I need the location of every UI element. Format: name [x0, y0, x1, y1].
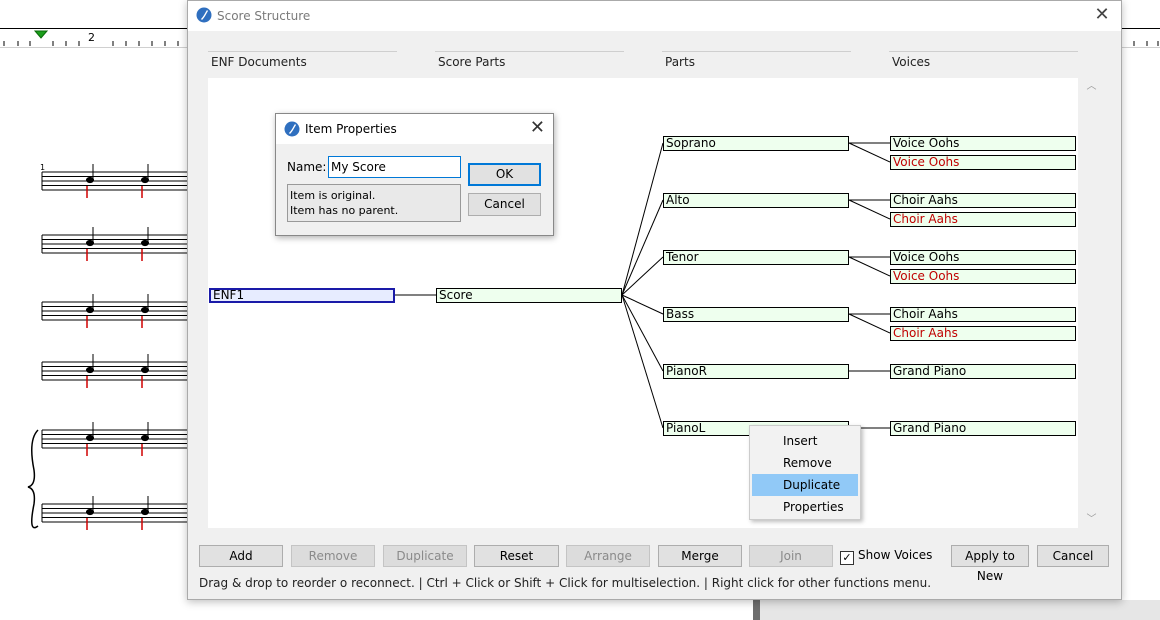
indent-marker-icon [33, 30, 49, 39]
note-head [86, 366, 94, 374]
context-menu: Insert Remove Duplicate Properties [749, 425, 861, 520]
connector-part-voice [848, 142, 891, 163]
node-score-part[interactable]: Score [436, 288, 622, 303]
dialog-titlebar: Score Structure ✕ [188, 1, 1121, 31]
note-head [141, 176, 149, 184]
connector-score-part [621, 256, 664, 296]
item-info-box: Item is original. Item has no parent. [287, 184, 461, 222]
close-icon[interactable]: ✕ [1091, 5, 1113, 27]
menu-item-duplicate[interactable]: Duplicate [752, 474, 858, 496]
note-head [141, 434, 149, 442]
node-part-tenor[interactable]: Tenor [663, 250, 849, 265]
scroll-up-icon[interactable]: ︿ [1083, 78, 1100, 95]
column-header-score-parts: Score Parts [435, 51, 624, 72]
note-head [86, 434, 94, 442]
menu-item-properties[interactable]: Properties [752, 496, 858, 518]
ruler-right [1122, 28, 1160, 48]
apply-to-new-button[interactable]: Apply to New [951, 545, 1029, 583]
arrange-button[interactable]: Arrange [566, 545, 650, 567]
node-voice[interactable]: Grand Piano [890, 421, 1076, 436]
piano-brace-icon [27, 429, 39, 529]
note-head [141, 306, 149, 314]
connector-score-part [621, 142, 664, 296]
node-voice[interactable]: Choir Aahs [890, 193, 1076, 208]
column-header-parts: Parts [662, 51, 851, 72]
ruler: 2 [0, 28, 187, 48]
properties-cancel-button[interactable]: Cancel [468, 193, 541, 216]
name-field[interactable] [328, 156, 461, 178]
node-voice[interactable]: Voice Oohs [890, 250, 1076, 265]
node-part-soprano[interactable]: Soprano [663, 136, 849, 151]
status-bar: Drag & drop to reorder o reconnect. | Ct… [199, 576, 932, 590]
connector-part-voice [848, 313, 891, 334]
vertical-scrollbar[interactable]: ︿ ﹀ [1083, 78, 1100, 528]
merge-button[interactable]: Merge [658, 545, 742, 567]
checkmark-icon[interactable]: ✓ [840, 551, 854, 565]
add-button[interactable]: Add [199, 545, 283, 567]
remove-button[interactable]: Remove [291, 545, 375, 567]
connector-part-voice [848, 199, 891, 220]
join-button[interactable]: Join [749, 545, 833, 567]
menu-item-insert[interactable]: Insert [752, 430, 858, 452]
node-voice[interactable]: Voice Oohs [890, 155, 1076, 170]
item-properties-title: Item Properties [305, 122, 397, 136]
connector-score-part [621, 294, 664, 315]
node-enf-document[interactable]: ENF1 [209, 288, 395, 303]
cancel-button[interactable]: Cancel [1037, 545, 1109, 567]
ruler-number: 2 [88, 31, 95, 44]
show-voices-label: Show Voices [858, 548, 933, 562]
ok-button[interactable]: OK [468, 163, 541, 186]
connector-score-part [621, 294, 664, 429]
note-head [141, 508, 149, 516]
note-head [86, 176, 94, 184]
finale-logo-icon [196, 7, 212, 23]
note-head [86, 306, 94, 314]
note-head [141, 239, 149, 247]
node-voice[interactable]: Voice Oohs [890, 136, 1076, 151]
music-score: 1 [27, 163, 187, 530]
scroll-down-icon[interactable]: ﹀ [1083, 511, 1100, 528]
info-line-parent: Item has no parent. [290, 204, 399, 217]
background-panel [753, 600, 1160, 620]
info-line-original: Item is original. [290, 189, 376, 202]
node-voice[interactable]: Voice Oohs [890, 269, 1076, 284]
node-voice[interactable]: Choir Aahs [890, 307, 1076, 322]
column-header-enf-documents: ENF Documents [208, 51, 397, 72]
node-voice[interactable]: Choir Aahs [890, 212, 1076, 227]
node-voice[interactable]: Grand Piano [890, 364, 1076, 379]
menu-item-remove[interactable]: Remove [752, 452, 858, 474]
node-part-alto[interactable]: Alto [663, 193, 849, 208]
connector-score-part [621, 294, 664, 372]
finale-logo-icon [284, 121, 300, 137]
background-divider [753, 600, 760, 620]
close-icon[interactable]: ✕ [530, 118, 545, 138]
item-properties-dialog: Item Properties ✕ Name: Item is original… [275, 113, 554, 236]
connector-part-voice [848, 256, 891, 277]
connector-score-part [621, 199, 664, 296]
note-head [141, 366, 149, 374]
item-properties-titlebar: Item Properties ✕ [276, 114, 553, 144]
dialog-title: Score Structure [217, 9, 311, 23]
node-part-bass[interactable]: Bass [663, 307, 849, 322]
node-voice[interactable]: Choir Aahs [890, 326, 1076, 341]
note-head [86, 508, 94, 516]
score-structure-dialog: Score Structure ✕ ENF Documents Score Pa… [187, 0, 1122, 600]
show-voices-checkbox[interactable]: ✓ Show Voices [840, 548, 932, 565]
node-part-pianor[interactable]: PianoR [663, 364, 849, 379]
system-number: 1 [40, 163, 45, 172]
duplicate-button[interactable]: Duplicate [383, 545, 467, 567]
name-label: Name: [287, 160, 327, 174]
column-header-voices: Voices [889, 51, 1078, 72]
note-head [86, 239, 94, 247]
reset-button[interactable]: Reset [474, 545, 559, 567]
